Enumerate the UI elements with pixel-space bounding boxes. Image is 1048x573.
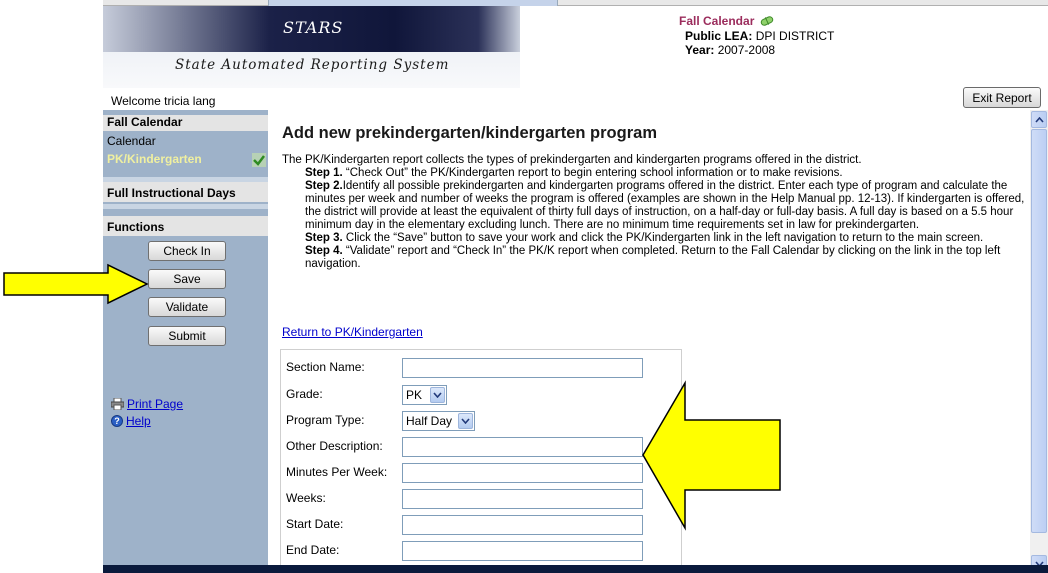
section-name-label: Section Name: <box>286 360 365 374</box>
scroll-up-button[interactable] <box>1031 111 1047 128</box>
report-info: Fall Calendar Public LEA: DPI DISTRICT Y… <box>679 14 834 57</box>
other-description-label: Other Description: <box>286 439 383 453</box>
page-title: Add new prekindergarten/kindergarten pro… <box>282 124 657 142</box>
step-2-text: Identify all possible prekindergarten an… <box>305 180 1025 231</box>
step-2-label: Step 2. <box>305 180 343 192</box>
lea-line: Public LEA: DPI DISTRICT <box>679 29 834 43</box>
stars-logo: STARS State Automated Reporting System <box>103 6 520 88</box>
minutes-per-week-label: Minutes Per Week: <box>286 465 388 479</box>
section-name-input[interactable] <box>402 358 643 378</box>
print-page-link[interactable]: Print Page <box>110 397 184 413</box>
logo-subtitle: State Automated Reporting System <box>175 57 450 73</box>
vertical-scrollbar[interactable] <box>1030 110 1048 573</box>
grade-select[interactable]: PK <box>402 385 447 405</box>
step-1-label: Step 1. <box>305 167 343 179</box>
step-1-text: “Check Out” the PK/Kindergarten report t… <box>342 167 843 179</box>
program-type-value: Half Day <box>406 414 453 428</box>
welcome-text: Welcome tricia lang <box>111 94 216 108</box>
chevron-down-icon[interactable] <box>430 387 445 403</box>
start-date-label: Start Date: <box>286 517 344 531</box>
lea-value: DPI DISTRICT <box>755 28 835 43</box>
sidebar-section-full-instructional-days[interactable]: Full Instructional Days <box>103 182 268 202</box>
step-2: Step 2.Identify all possible prekinderga… <box>282 180 1027 232</box>
print-page-label: Print Page <box>127 397 184 411</box>
end-date-input[interactable] <box>402 541 643 561</box>
report-title: Fall Calendar <box>679 14 755 28</box>
sidebar-section-functions: Functions <box>103 216 268 236</box>
step-3: Step 3. Click the “Save” button to save … <box>282 232 1027 245</box>
year-line: Year: 2007-2008 <box>679 43 834 57</box>
program-type-label: Program Type: <box>286 413 365 427</box>
grade-value: PK <box>406 388 423 402</box>
sidebar-section-fall-calendar[interactable]: Fall Calendar <box>103 115 268 131</box>
sidebar: Fall Calendar Calendar PK/Kindergarten F… <box>103 110 268 573</box>
end-date-label: End Date: <box>286 543 340 557</box>
grade-label: Grade: <box>286 387 323 401</box>
validate-button[interactable]: Validate <box>148 297 226 317</box>
callout-arrow-form <box>642 380 781 531</box>
step-4-text: “Validate” report and “Check In” the PK/… <box>305 245 1001 270</box>
printer-icon <box>110 397 125 413</box>
save-button[interactable]: Save <box>148 269 226 289</box>
weeks-label: Weeks: <box>286 491 326 505</box>
chevron-down-icon[interactable] <box>458 413 473 429</box>
page-header: STARS State Automated Reporting System F… <box>103 6 1048 110</box>
help-label: Help <box>126 414 151 428</box>
return-to-pk-link[interactable]: Return to PK/Kindergarten <box>282 325 423 339</box>
step-3-label: Step 3. <box>305 232 343 244</box>
svg-text:?: ? <box>114 416 120 426</box>
step-1: Step 1. “Check Out” the PK/Kindergarten … <box>282 167 1027 180</box>
exit-report-button[interactable]: Exit Report <box>963 87 1041 108</box>
check-in-button[interactable]: Check In <box>148 241 226 261</box>
start-date-input[interactable] <box>402 515 643 535</box>
help-icon: ? <box>111 415 123 430</box>
scrollbar-thumb[interactable] <box>1031 129 1047 533</box>
step-3-text: Click the “Save” button to save your wor… <box>342 232 984 244</box>
year-label: Year: <box>685 42 715 57</box>
logo-title: STARS <box>283 18 344 37</box>
step-4: Step 4. “Validate” report and “Check In”… <box>282 245 1027 271</box>
minutes-per-week-input[interactable] <box>402 463 643 483</box>
checkmark-icon <box>252 153 266 170</box>
step-4-label: Step 4. <box>305 245 343 257</box>
footer-bar <box>103 565 1048 573</box>
sidebar-item-pk-kindergarten[interactable]: PK/Kindergarten <box>107 152 202 166</box>
sidebar-item-calendar[interactable]: Calendar <box>107 134 156 148</box>
help-link[interactable]: ? Help <box>111 414 151 430</box>
weeks-input[interactable] <box>402 489 643 509</box>
callout-arrow-save <box>3 263 149 305</box>
program-type-select[interactable]: Half Day <box>402 411 475 431</box>
sidebar-divider <box>103 204 268 209</box>
chevron-up-icon <box>1034 116 1044 123</box>
year-value: 2007-2008 <box>717 42 776 57</box>
lea-label: Public LEA: <box>685 28 753 43</box>
pill-icon <box>760 15 774 29</box>
instructions: The PK/Kindergarten report collects the … <box>282 154 1027 271</box>
submit-button[interactable]: Submit <box>148 326 226 346</box>
intro-text: The PK/Kindergarten report collects the … <box>282 154 862 166</box>
program-form: Section Name: Grade: PK Program Type: Ha… <box>280 349 682 573</box>
other-description-input[interactable] <box>402 437 643 457</box>
